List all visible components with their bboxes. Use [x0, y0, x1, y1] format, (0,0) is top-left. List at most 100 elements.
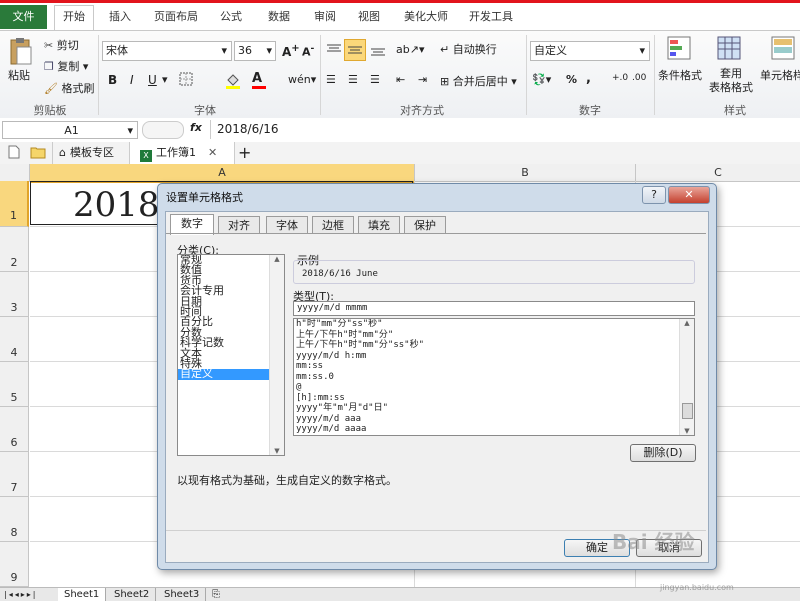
tab-home[interactable]: 开始	[54, 5, 94, 31]
paste-icon[interactable]	[8, 37, 36, 67]
tab-alignment[interactable]: 对齐	[218, 216, 260, 234]
format-item[interactable]: [h]:mm:ss	[294, 393, 694, 404]
decrease-decimal-icon[interactable]: .00	[632, 73, 646, 83]
font-name-box[interactable]: 宋体 ▾	[102, 41, 232, 61]
tab-developer[interactable]: 开发工具	[462, 6, 520, 28]
align-top-icon[interactable]	[326, 43, 342, 60]
format-list[interactable]: h"时"mm"分"ss"秒" 上午/下午h"时"mm"分" 上午/下午h"时"m…	[293, 318, 695, 436]
orientation-icon[interactable]: ab↗▾	[396, 43, 424, 56]
sheet-tab-2[interactable]: Sheet2	[108, 588, 157, 601]
workbook-tab[interactable]: X 工作簿1 ✕	[130, 142, 235, 164]
row-header-2[interactable]: 2	[0, 227, 29, 272]
scroll-down-icon[interactable]: ▼	[270, 447, 284, 455]
row-header-3[interactable]: 3	[0, 272, 29, 317]
paste-button[interactable]: 粘贴	[8, 67, 30, 83]
tab-number[interactable]: 数字	[170, 214, 214, 235]
wrap-text-button[interactable]: ↵ 自动换行	[440, 41, 497, 57]
percent-button[interactable]: %	[566, 73, 577, 86]
formula-divider-handle[interactable]	[142, 121, 184, 139]
column-header-c[interactable]: C	[636, 164, 800, 181]
chevron-down-icon[interactable]: ▾	[162, 73, 168, 86]
cut-button[interactable]: ✂ 剪切	[44, 37, 79, 53]
font-size-box[interactable]: 36 ▾	[234, 41, 276, 61]
type-input[interactable]: yyyy/m/d mmmm	[293, 301, 695, 316]
tab-fill[interactable]: 填充	[358, 216, 400, 234]
increase-indent-icon[interactable]: ⇥	[418, 73, 427, 86]
row-header-9[interactable]: 9	[0, 542, 29, 587]
tab-beautify[interactable]: 美化大师	[396, 6, 456, 28]
cell-styles-button[interactable]: 单元格样	[760, 67, 800, 83]
scroll-thumb[interactable]	[682, 403, 693, 419]
sheet-nav-arrows-icon[interactable]: |◂◂▸▸|	[4, 588, 37, 601]
format-item[interactable]: 上午/下午h"时"mm"分"	[294, 330, 694, 341]
tab-font[interactable]: 字体	[266, 216, 308, 234]
align-center-icon[interactable]: ☰	[348, 73, 358, 86]
close-button[interactable]: ✕	[668, 186, 710, 204]
add-tab-button[interactable]: +	[238, 142, 251, 164]
scroll-up-icon[interactable]: ▲	[680, 319, 694, 327]
row-header-8[interactable]: 8	[0, 497, 29, 542]
tab-border[interactable]: 边框	[312, 216, 354, 234]
increase-decimal-icon[interactable]: +.0	[612, 73, 628, 83]
currency-icon[interactable]: 💱▾	[532, 73, 551, 86]
grow-font-icon[interactable]: A+	[282, 43, 300, 59]
scroll-up-icon[interactable]: ▲	[270, 255, 284, 263]
format-item[interactable]: yyyy/m/d aaaa	[294, 424, 694, 435]
align-middle-icon[interactable]	[344, 39, 366, 61]
copy-button[interactable]: ❐ 复制 ▾	[44, 58, 88, 74]
format-item[interactable]: 上午/下午h"时"mm"分"ss"秒"	[294, 340, 694, 351]
scroll-down-icon[interactable]: ▼	[680, 427, 694, 435]
tab-view[interactable]: 视图	[350, 6, 388, 28]
sheet-tab-3[interactable]: Sheet3	[158, 588, 207, 601]
tab-file[interactable]: 文件	[0, 5, 47, 29]
italic-button[interactable]: I	[130, 73, 134, 87]
tab-formulas[interactable]: 公式	[212, 6, 250, 28]
align-bottom-icon[interactable]	[370, 43, 386, 60]
conditional-format-button[interactable]: 条件格式	[658, 67, 702, 83]
format-item[interactable]: mm:ss.0	[294, 372, 694, 383]
format-item[interactable]: mm:ss	[294, 361, 694, 372]
row-header-4[interactable]: 4	[0, 317, 29, 362]
conditional-format-icon[interactable]	[666, 35, 692, 64]
align-right-icon[interactable]: ☰	[370, 73, 380, 86]
format-item[interactable]: yyyy/m/d h:mm	[294, 351, 694, 362]
merge-center-button[interactable]: ⊞ 合并后居中 ▾	[440, 73, 517, 89]
close-icon[interactable]: ✕	[208, 146, 217, 159]
cell-styles-icon[interactable]	[770, 35, 796, 64]
new-doc-icon[interactable]	[8, 145, 20, 162]
tab-data[interactable]: 数据	[260, 6, 298, 28]
tab-page-layout[interactable]: 页面布局	[148, 6, 204, 28]
format-item[interactable]: @	[294, 382, 694, 393]
delete-button[interactable]: 删除(D)	[630, 444, 696, 462]
formula-input[interactable]: 2018/6/16	[210, 120, 800, 139]
help-button[interactable]: ?	[642, 186, 666, 204]
phonetic-icon[interactable]: wén▾	[288, 73, 316, 86]
format-item[interactable]: yyyy/m/d aaa	[294, 414, 694, 425]
comma-button[interactable]: ,	[586, 71, 591, 86]
insert-sheet-icon[interactable]: ⎘	[212, 588, 220, 601]
category-list[interactable]: 常规 数值 货币 会计专用 日期 时间 百分比 分数 科学记数 文本 特殊 自定…	[177, 254, 285, 456]
row-header-7[interactable]: 7	[0, 452, 29, 497]
folder-icon[interactable]	[30, 145, 46, 162]
template-tab[interactable]: ⌂ 模板专区	[52, 142, 130, 164]
format-item[interactable]: h"时"mm"分"ss"秒"	[294, 319, 694, 330]
row-header-5[interactable]: 5	[0, 362, 29, 407]
font-color-icon[interactable]: A	[252, 71, 266, 89]
fx-icon[interactable]: fx	[190, 121, 202, 134]
underline-button[interactable]: U	[148, 73, 157, 87]
table-format-button[interactable]: 套用 表格格式	[704, 67, 758, 95]
fill-color-icon[interactable]	[224, 71, 242, 92]
name-box[interactable]: A1 ▾	[2, 121, 138, 139]
row-header-1[interactable]: 1	[0, 181, 29, 227]
category-scrollbar[interactable]: ▲ ▼	[269, 255, 284, 455]
row-header-6[interactable]: 6	[0, 407, 29, 452]
table-format-icon[interactable]	[716, 35, 742, 64]
decrease-indent-icon[interactable]: ⇤	[396, 73, 405, 86]
align-left-icon[interactable]: ☰	[326, 73, 336, 86]
format-item[interactable]: yyyy"年"m"月"d"日"	[294, 403, 694, 414]
format-scrollbar[interactable]: ▲ ▼	[679, 319, 694, 435]
tab-protection[interactable]: 保护	[404, 216, 446, 234]
format-painter-button[interactable]: 🖌 格式刷	[44, 80, 94, 96]
number-format-box[interactable]: 自定义 ▾	[530, 41, 650, 61]
bold-button[interactable]: B	[108, 73, 117, 87]
